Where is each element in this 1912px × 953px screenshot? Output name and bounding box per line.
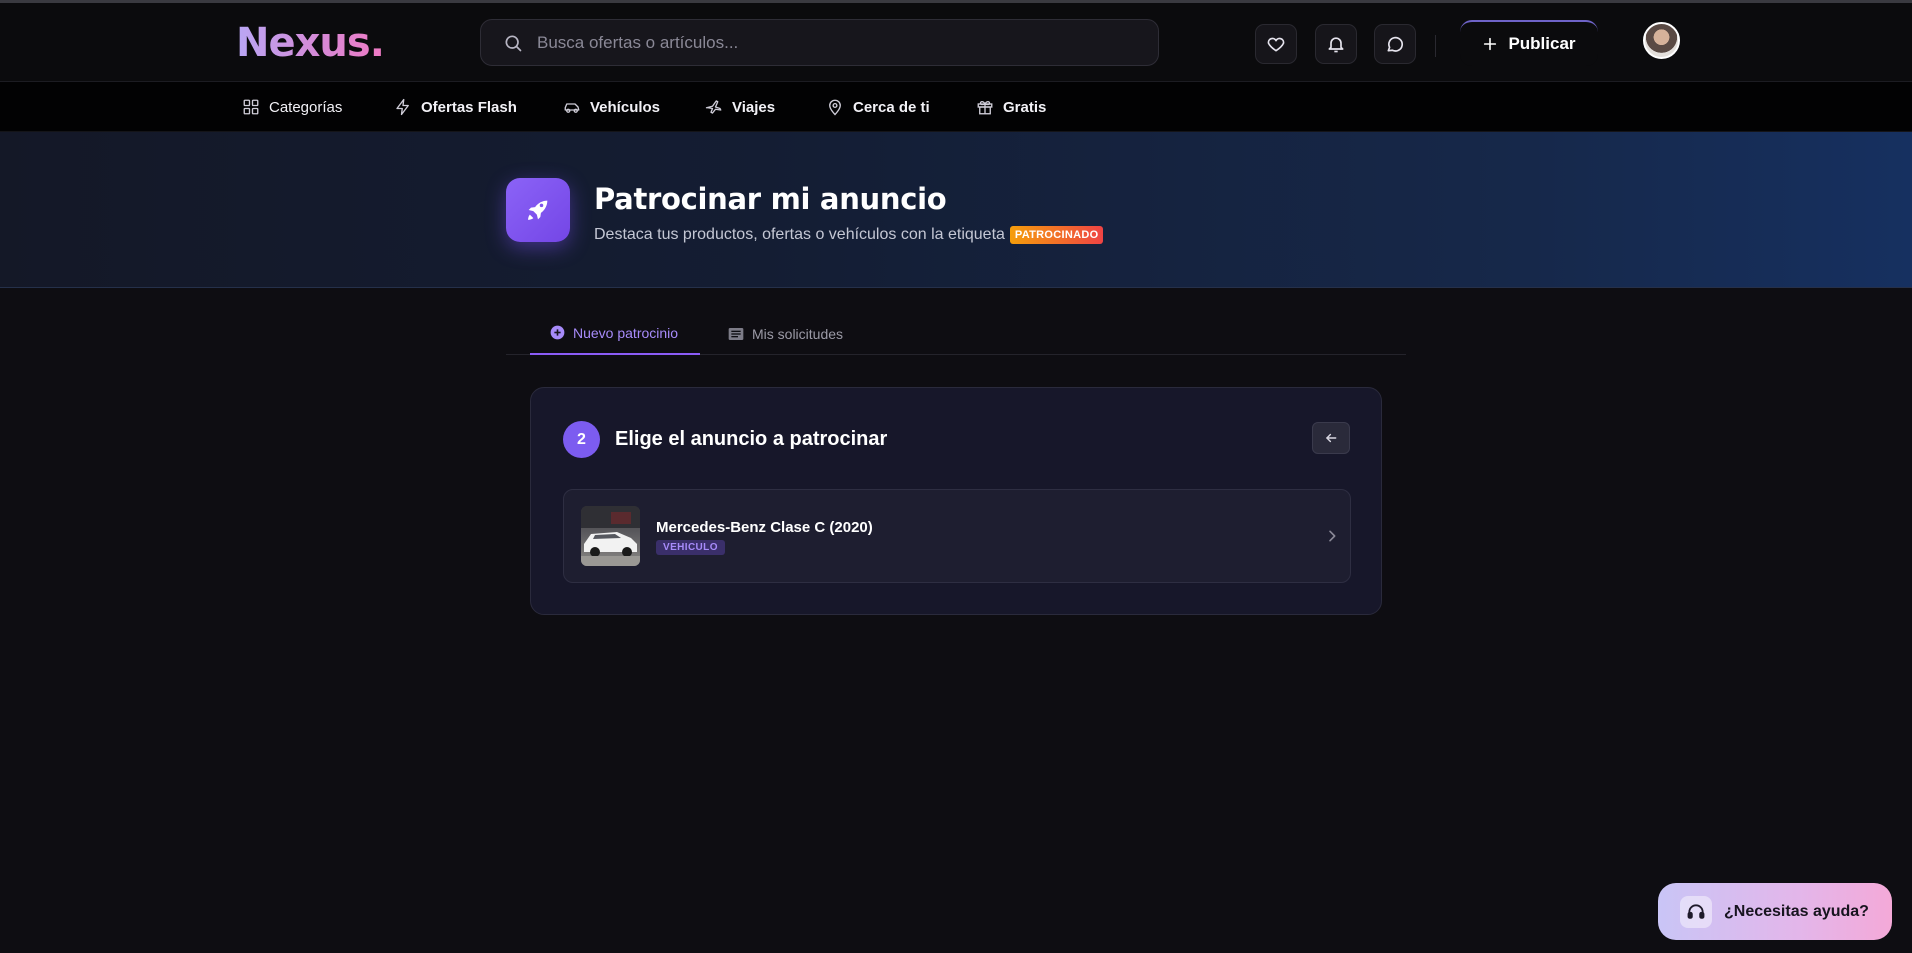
nav-label: Cerca de ti [853, 98, 930, 116]
notifications-button[interactable] [1315, 24, 1357, 64]
nexus-logo[interactable]: Nexus. [236, 21, 385, 65]
nav-label: Vehículos [590, 98, 661, 116]
rocket-icon [506, 178, 570, 242]
nav-label: Categorías [269, 98, 343, 116]
plus-icon [1484, 37, 1497, 51]
bell-icon [1328, 37, 1344, 53]
publish-button[interactable]: Publicar [1460, 20, 1598, 66]
step-card: 2 Elige el anuncio a patrocinar Mercedes… [530, 387, 1382, 615]
headset-icon [1680, 895, 1712, 928]
plane-icon [705, 100, 722, 114]
page-subtitle: Destaca tus productos, ofertas o vehícul… [594, 226, 1104, 244]
chevron-right-icon [1329, 530, 1336, 542]
publish-label: Publicar [1508, 34, 1576, 53]
page-hero: Patrocinar mi anuncio Destaca tus produc… [0, 132, 1912, 288]
sponsored-badge: PATROCINADO [1009, 226, 1104, 244]
nav-label: Ofertas Flash [421, 98, 517, 116]
nav-item-gratis[interactable]: Gratis [976, 82, 1046, 132]
tab-label: Nuevo patrocinio [573, 324, 679, 341]
category-nav: Categorías Ofertas Flash Vehículos Viaje… [0, 82, 1912, 132]
user-avatar[interactable] [1643, 22, 1680, 59]
lightning-icon [396, 98, 409, 116]
gift-icon [977, 100, 993, 115]
search-input[interactable] [537, 20, 1137, 65]
help-button[interactable]: ¿Necesitas ayuda? [1658, 883, 1892, 940]
listing-type-badge: VEHICULO [656, 540, 725, 555]
tab-nuevo-patrocinio[interactable]: Nuevo patrocinio [530, 312, 700, 355]
search-bar[interactable] [480, 19, 1159, 66]
chat-bubble-icon [1387, 36, 1403, 52]
arrow-left-icon [1326, 433, 1337, 443]
header-divider [1435, 35, 1436, 57]
plus-circle-icon [550, 325, 565, 340]
nav-label: Viajes [732, 98, 776, 116]
favorites-button[interactable] [1255, 24, 1297, 64]
help-label: ¿Necesitas ayuda? [1724, 902, 1869, 920]
site-header: Nexus. Publicar [0, 3, 1912, 82]
tabs-bar: Nuevo patrocinio Mis solicitudes [506, 312, 1406, 355]
listing-item[interactable]: Mercedes-Benz Clase C (2020) VEHICULO [563, 489, 1351, 583]
nav-item-vehiculos[interactable]: Vehículos [563, 82, 660, 132]
tab-mis-solicitudes[interactable]: Mis solicitudes [728, 312, 843, 355]
listing-title: Mercedes-Benz Clase C (2020) [656, 519, 873, 536]
heart-icon [1267, 37, 1285, 52]
back-button[interactable] [1312, 422, 1350, 454]
location-pin-icon [829, 99, 841, 116]
car-icon [564, 103, 580, 113]
page-title: Patrocinar mi anuncio [594, 182, 947, 216]
subtitle-text: Destaca tus productos, ofertas o vehícul… [594, 226, 1005, 243]
car-photo [581, 506, 640, 566]
nav-item-viajes[interactable]: Viajes [705, 82, 775, 132]
step-title: Elige el anuncio a patrocinar [615, 428, 888, 450]
nav-label: Gratis [1003, 98, 1047, 116]
tab-label: Mis solicitudes [752, 325, 844, 342]
nav-item-categorias[interactable]: Categorías [242, 82, 342, 132]
nav-item-ofertas-flash[interactable]: Ofertas Flash [394, 82, 517, 132]
grid-icon [243, 99, 259, 115]
search-icon [505, 35, 522, 52]
step-number: 2 [563, 421, 600, 458]
messages-button[interactable] [1374, 24, 1416, 64]
nav-item-cerca-de-ti[interactable]: Cerca de ti [826, 82, 930, 132]
listing-thumbnail [581, 506, 640, 566]
list-icon [728, 327, 744, 340]
